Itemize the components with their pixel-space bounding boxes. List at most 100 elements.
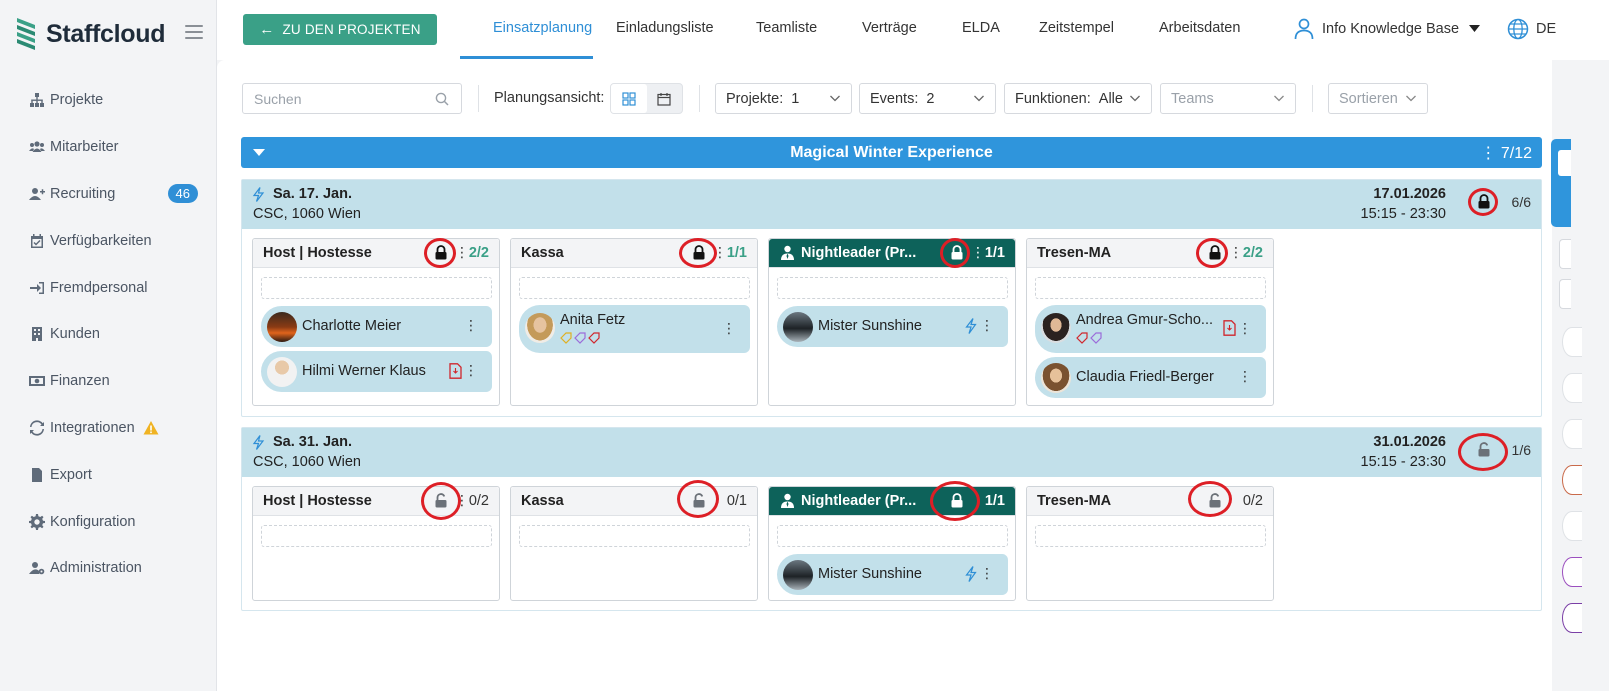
drop-zone[interactable] [1035,277,1266,299]
sidebar-item-verfuegbarkeiten[interactable]: Verfügbarkeiten [28,217,208,264]
side-panel-avatar[interactable] [1562,603,1582,633]
tag-icon[interactable] [1076,332,1088,344]
drop-zone[interactable] [519,277,750,299]
drop-zone[interactable] [261,525,492,547]
employee-menu-icon[interactable]: ⋮ [464,317,478,334]
function-menu-icon[interactable]: ⋮ [1229,244,1243,261]
function-menu-icon[interactable]: ⋮ [455,244,469,261]
sidebar-item-konfiguration[interactable]: Konfiguration [28,498,208,545]
sidebar-item-recruiting[interactable]: Recruiting 46 [28,171,208,218]
side-panel-avatar[interactable] [1562,557,1582,587]
language-menu[interactable]: DE [1507,18,1556,40]
drop-zone[interactable] [261,277,492,299]
employee-chip[interactable]: Anita Fetz ⋮ [519,305,750,353]
sidebar-item-fremdpersonal[interactable]: Fremdpersonal [28,264,208,311]
function-name: Nightleader (Pr... [801,245,917,261]
sidebar-item-kunden[interactable]: Kunden [28,311,208,358]
tag-icon[interactable] [1090,332,1102,344]
bolt-icon [965,566,977,582]
employee-chip[interactable]: Hilmi Werner Klaus ⋮ [261,351,492,392]
employee-chip[interactable]: Andrea Gmur-Scho... ⋮ [1035,305,1266,353]
sidebar-item-administration[interactable]: Administration [28,545,208,592]
side-panel-avatar[interactable] [1562,511,1582,541]
tab-arbeitsdaten[interactable]: Arbeitsdaten [1159,20,1240,36]
tab-elda[interactable]: ELDA [962,20,1000,36]
calendar-check-icon [28,233,46,249]
calendar-view-button[interactable] [647,84,683,113]
annotation-circle [930,481,980,521]
grid-view-button[interactable] [611,84,647,113]
sidebar-item-integrationen[interactable]: Integrationen [28,405,208,452]
employee-name: Mister Sunshine [818,566,922,582]
sidebar-item-mitarbeiter[interactable]: Mitarbeiter [28,124,208,171]
function-card-header: Host | Hostesse ⋮ 2/2 [253,239,499,268]
side-panel-avatar[interactable] [1562,419,1582,449]
user-cog-icon [28,560,46,576]
side-panel-avatar[interactable] [1562,327,1582,357]
events-filter-select[interactable]: Events: 2 [859,83,996,114]
functions-filter-value: Alle [1098,90,1123,107]
tag-icon[interactable] [588,332,600,344]
sidebar: Staffcloud Projekte Mitarbeiter Recruiti… [0,0,217,691]
event-full-date: 31.01.2026 [1373,434,1446,450]
drop-zone[interactable] [1035,525,1266,547]
user-menu[interactable]: Info Knowledge Base [1294,18,1481,40]
tab-zeitstempel[interactable]: Zeitstempel [1039,20,1114,36]
sort-select[interactable]: Sortieren [1328,83,1428,114]
function-menu-icon[interactable]: ⋮ [971,244,985,261]
person-tie-icon [781,493,794,508]
employee-menu-icon[interactable]: ⋮ [464,362,478,379]
employee-name: Charlotte Meier [302,318,402,334]
side-panel-avatar[interactable] [1562,373,1582,403]
search-input[interactable]: Suchen [242,83,462,114]
annotation-circle [1468,188,1498,216]
sitemap-icon [28,92,46,108]
event-header: Sa. 17. Jan. CSC, 1060 Wien 17.01.2026 1… [242,180,1541,229]
employee-menu-icon[interactable]: ⋮ [1238,320,1252,337]
chevron-down-icon [1130,95,1140,102]
sidebar-item-finanzen[interactable]: Finanzen [28,358,208,405]
tag-icon[interactable] [574,332,586,344]
function-ratio: 2/2 [468,245,489,261]
event-date: Sa. 31. Jan. [273,434,352,450]
employee-chip[interactable]: Charlotte Meier ⋮ [261,306,492,347]
employee-chip[interactable]: Claudia Friedl-Berger ⋮ [1035,357,1266,398]
teams-filter-placeholder: Teams [1171,90,1214,107]
tag-icon[interactable] [560,332,572,344]
tab-teamliste[interactable]: Teamliste [756,20,817,36]
event-section: Sa. 17. Jan. CSC, 1060 Wien 17.01.2026 1… [241,179,1542,417]
pdf-document-icon[interactable] [449,363,462,379]
teams-filter-select[interactable]: Teams [1160,83,1296,114]
pdf-document-icon[interactable] [1223,320,1236,336]
function-ratio: 0/1 [726,493,747,509]
tab-einladungsliste[interactable]: Einladungsliste [616,20,714,36]
side-panel-input[interactable] [1559,239,1571,269]
back-to-projects-button[interactable]: ← ZU DEN PROJEKTEN [243,14,437,45]
menu-toggle-icon[interactable] [185,25,203,43]
chevron-down-icon [830,95,840,102]
employee-menu-icon[interactable]: ⋮ [980,565,994,582]
employee-chip[interactable]: Mister Sunshine ⋮ [777,306,1008,347]
employee-menu-icon[interactable]: ⋮ [1238,368,1252,385]
sidebar-item-projekte[interactable]: Projekte [28,77,208,124]
project-staffing-count[interactable]: ⋮ 7/12 [1480,143,1532,163]
tab-vertraege[interactable]: Verträge [862,20,917,36]
sidebar-item-label: Fremdpersonal [50,279,148,296]
drop-zone[interactable] [519,525,750,547]
employee-menu-icon[interactable]: ⋮ [980,317,994,334]
drop-zone[interactable] [777,277,1008,299]
employee-chip[interactable]: Mister Sunshine ⋮ [777,554,1008,595]
functions-filter-select[interactable]: Funktionen: Alle [1004,83,1152,114]
side-panel-edge [1550,137,1609,691]
side-panel-tab[interactable] [1551,139,1571,227]
staffcloud-logo[interactable]: Staffcloud [14,14,166,54]
employee-menu-icon[interactable]: ⋮ [722,320,736,337]
sidebar-item-export[interactable]: Export [28,451,208,498]
projects-filter-select[interactable]: Projekte: 1 [715,83,852,114]
drop-zone[interactable] [777,525,1008,547]
project-header[interactable]: Magical Winter Experience ⋮ 7/12 [241,137,1542,168]
tab-einsatzplanung[interactable]: Einsatzplanung [493,20,592,36]
projects-filter-value: 1 [791,90,800,107]
side-panel-input[interactable] [1559,279,1571,309]
side-panel-avatar[interactable] [1562,465,1582,495]
